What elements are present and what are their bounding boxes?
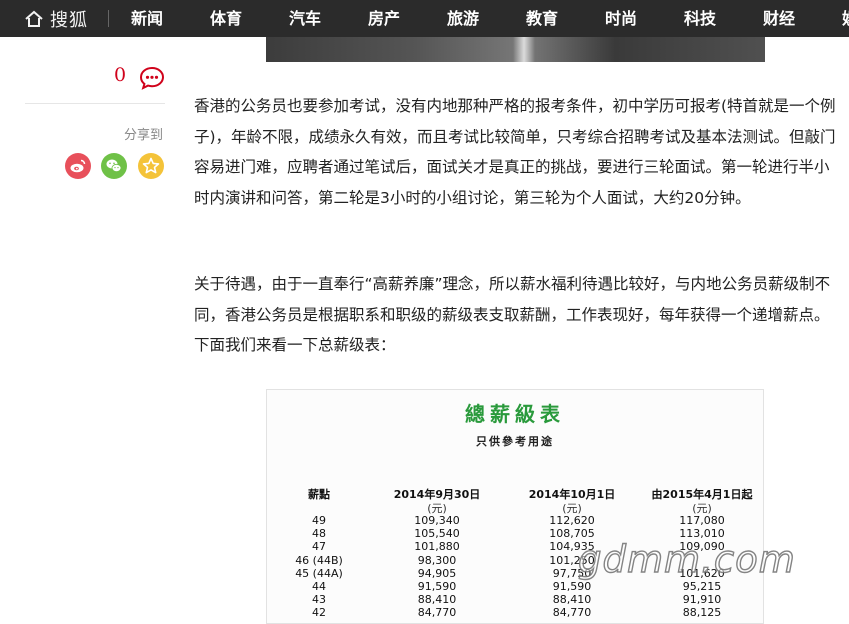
nav-item-fashion[interactable]: 时尚 [605,0,637,37]
nav-divider [108,10,109,27]
table-cell: 98,300 [417,553,457,567]
table-cell: 88,125 [682,606,722,620]
table-cell: 112,620 [549,514,595,527]
article-paragraph: 关于待遇，由于一直奉行“高薪养廉”理念，所以薪水福利待遇比较好，与内地公务员薪级… [194,275,831,354]
table-cell: 47 [312,540,326,554]
salary-table-image: 總薪級表 只供參考用途 薪點 2014年9月30日 2014年10月1日 由20… [266,389,764,624]
table-cell: 84,770 [417,606,457,620]
nav-item-house[interactable]: 房产 [368,0,400,37]
table-cell: 91,910 [682,593,722,607]
table-cell: 42 [312,606,326,620]
table-cell: 48 [312,527,326,541]
logo-text: 搜狐 [50,9,88,31]
table-cell: 91,590 [552,580,592,593]
table-cell: 109,340 [414,514,460,527]
comment-icon[interactable] [139,66,165,90]
share-weibo-button[interactable] [65,153,91,179]
star-icon [142,157,160,174]
sohu-logo[interactable]: 搜狐 [24,0,88,37]
nav-item-news[interactable]: 新闻 [131,0,163,37]
table-cell: 117,080 [679,514,725,527]
top-nav-bar: 搜狐 新闻 体育 汽车 房产 旅游 教育 时尚 科技 财经 娱 [0,0,849,37]
share-favorite-button[interactable] [138,153,164,179]
table-cell: 95,215 [682,580,722,593]
article-photo [266,37,765,62]
nav-item-education[interactable]: 教育 [526,0,558,37]
table-title: 總薪級表 [465,402,565,426]
wechat-icon [106,159,122,173]
nav-item-tech[interactable]: 科技 [684,0,716,37]
table-cell: 46 (44B) [295,553,343,567]
table-cell: 43 [312,593,326,607]
table-cell: 101,880 [414,540,460,554]
table-cell: 49 [312,514,326,527]
table-header: 薪點 [308,488,330,501]
table-cell: 84,770 [552,606,592,620]
table-cell: 45 (44A) [295,566,343,580]
sidebar-divider [25,103,165,104]
share-label: 分享到 [124,128,164,143]
nav-item-finance[interactable]: 财经 [763,0,795,37]
weibo-icon [70,159,86,173]
table-cell: 88,410 [417,593,457,607]
table-cell: 94,905 [417,566,457,580]
table-cell: 44 [312,580,326,593]
nav-item-entertainment[interactable]: 娱 [842,0,849,37]
table-cell: 105,540 [414,527,460,541]
home-icon [25,10,43,27]
watermark: gdmm.com [577,537,796,581]
share-wechat-button[interactable] [101,153,127,179]
nav-item-auto[interactable]: 汽车 [289,0,321,37]
table-subtitle: 只供參考用途 [476,435,554,448]
nav-item-travel[interactable]: 旅游 [447,0,479,37]
article-paragraph: 香港的公务员也要参加考试，没有内地那种严格的报考条件，初中学历可报考(特首就是一… [194,97,836,207]
table-cell: 91,590 [417,580,457,593]
photo-highlight [513,37,535,62]
nav-item-sports[interactable]: 体育 [210,0,242,37]
table-cell: 88,410 [552,593,592,607]
comment-count[interactable]: 0 [114,64,126,86]
